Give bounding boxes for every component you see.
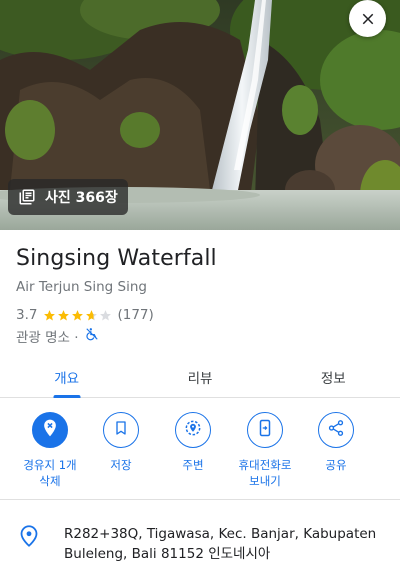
- save-button[interactable]: 저장: [85, 412, 157, 473]
- send-to-phone-label: 휴대전화로 보내기: [238, 458, 292, 488]
- photo-count-label: 사진 366장: [45, 190, 118, 206]
- place-tabs: 개요 리뷰 정보: [0, 356, 400, 398]
- star-icon: [44, 309, 56, 320]
- tab-about[interactable]: 정보: [267, 356, 400, 397]
- tab-overview[interactable]: 개요: [0, 356, 133, 397]
- close-icon: [359, 10, 377, 28]
- place-title: Singsing Waterfall: [16, 246, 217, 271]
- place-local-name: Air Terjun Sing Sing: [16, 279, 147, 295]
- star-icon: [58, 309, 70, 320]
- rating-value: 3.7: [16, 307, 38, 323]
- tab-label: 정보: [320, 371, 346, 387]
- wheelchair-inaccessible-icon: [85, 327, 99, 345]
- nearby-label: 주변: [182, 458, 204, 472]
- send-to-phone-circle: [247, 412, 283, 448]
- photo-count-button[interactable]: 사진 366장: [8, 179, 128, 215]
- share-label: 공유: [325, 458, 347, 472]
- tab-label: 리뷰: [187, 371, 213, 387]
- star-icon: [100, 309, 112, 320]
- review-count[interactable]: (177): [117, 307, 153, 323]
- rating-stars: [43, 309, 112, 322]
- photo-library-icon: [18, 188, 36, 206]
- nearby-icon: [183, 418, 203, 442]
- category-row: 관광 명소 ·: [16, 326, 99, 346]
- action-buttons: 경유지 1개 삭제 저장 주변 휴대전화로 보내기 공유: [0, 412, 400, 492]
- rating-row[interactable]: 3.7 (177): [16, 306, 154, 324]
- address-row[interactable]: R282+38Q, Tigawasa, Kec. Banjar, Kabupat…: [0, 500, 400, 582]
- tab-label: 개요: [54, 371, 80, 387]
- remove-stop-label: 경유지 1개 삭제: [23, 458, 77, 488]
- send-to-phone-icon: [256, 419, 274, 441]
- nearby-button[interactable]: 주변: [157, 412, 229, 473]
- share-icon: [327, 419, 345, 441]
- place-remove-icon: [40, 418, 60, 442]
- close-button[interactable]: [349, 0, 386, 37]
- share-circle: [318, 412, 354, 448]
- tab-reviews[interactable]: 리뷰: [133, 356, 266, 397]
- nearby-circle: [175, 412, 211, 448]
- send-to-phone-button[interactable]: 휴대전화로 보내기: [229, 412, 301, 489]
- bookmark-icon: [113, 420, 129, 440]
- star-icon: [72, 309, 84, 320]
- remove-stop-circle: [32, 412, 68, 448]
- remove-stop-button[interactable]: 경유지 1개 삭제: [14, 412, 86, 489]
- place-category: 관광 명소 ·: [16, 330, 79, 346]
- share-button[interactable]: 공유: [300, 412, 372, 473]
- save-label: 저장: [110, 458, 132, 472]
- star-icon: [86, 309, 98, 320]
- place-hero-photo[interactable]: 사진 366장: [0, 0, 400, 230]
- location-pin-icon: [20, 525, 38, 551]
- save-circle: [103, 412, 139, 448]
- address-text: R282+38Q, Tigawasa, Kec. Banjar, Kabupat…: [64, 526, 377, 562]
